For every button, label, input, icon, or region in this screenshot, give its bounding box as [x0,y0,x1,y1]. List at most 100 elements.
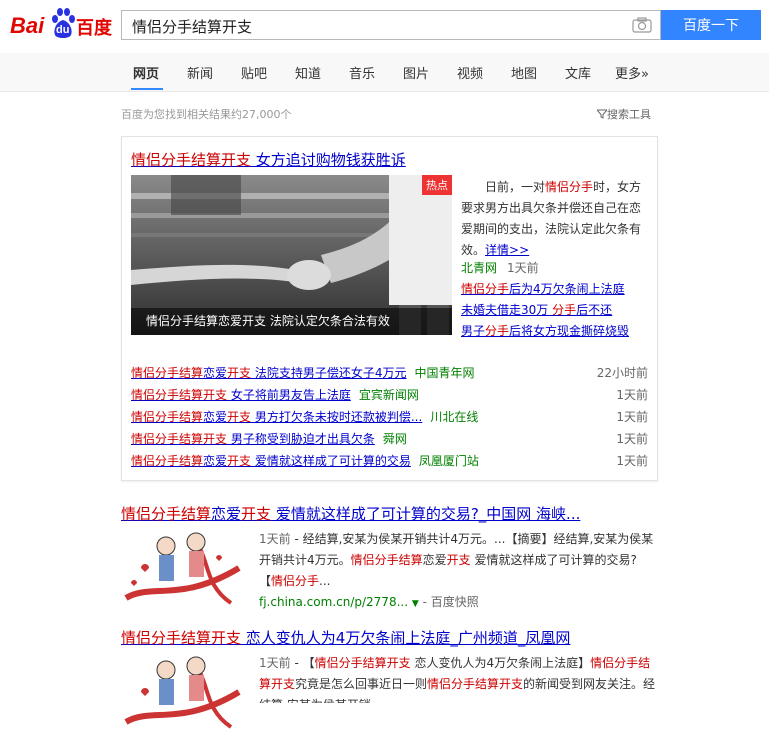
news-card: 情侣分手结算开支 女方追讨购物钱获胜诉 热点 情侣分手结算恋爱开支 法院认定欠条… [121,136,658,481]
source-time: 1天前 [507,261,539,275]
details-link[interactable]: 详情>> [485,243,529,257]
header: Bai du 百度 百度一下 [0,0,769,53]
snippet-text: - 【 [290,656,315,670]
baidu-logo[interactable]: Bai du 百度 [10,8,112,44]
snippet-text: 究竟是怎么回事近日一则 [295,677,428,691]
card-image[interactable]: 热点 情侣分手结算恋爱开支 法院认定欠条合法有效 [131,175,452,335]
side-link-2[interactable]: 未婚夫借走30万 分手后不还 [461,301,612,318]
snippet-highlight: 情侣分手 [271,574,320,588]
news-highlight: 情侣分手结算开支 [131,388,228,402]
news-text: 恋爱 [203,410,228,424]
result-url-line: fj.china.com.cn/p/2778... ▼ - 百度快照 [259,595,479,609]
side-link-text: 后为4万欠条闹上法庭 [509,282,625,296]
side-link-highlight: 情侣分手 [461,282,510,296]
result-title-text: 爱情就这样成了可计算的交易?_中国网 海峡... [271,505,581,523]
side-link-3[interactable]: 男子分手后将女方现金撕碎烧毁 [461,322,629,339]
result-title-highlight: 情侣分手结算开支 [121,629,242,647]
news-link[interactable]: 情侣分手结算开支 女子将前男友告上法庭 [131,388,351,402]
result-time: 1天前 [259,532,291,546]
result-snippet: 1天前 - 【情侣分手结算开支 恋人变仇人为4万欠条闹上法庭】情侣分手结算开支究… [259,653,659,703]
search-box [121,10,661,41]
snippet-highlight: 情侣分手结算 [350,553,423,567]
dropdown-arrow-icon[interactable]: ▼ [412,599,419,609]
tab-webpage[interactable]: 网页 [133,63,159,82]
side-link-1[interactable]: 情侣分手后为4万欠条闹上法庭 [461,280,625,297]
news-highlight: 开支 [227,410,252,424]
result-stats: 百度为您找到相关结果约27,000个 [121,108,292,121]
news-text: 男方打欠条未按时还款被判偿... [251,410,423,424]
news-row: 情侣分手结算开支 女子将前男友告上法庭 宜宾新闻网 1天前 [131,386,648,408]
result-snippet: 1天前 - 经结算,安某为侯某开销共计4万元。...【摘要】经结算,安某为侯某开… [259,529,659,592]
news-text: 法院支持男子偿还女子4万元 [251,366,407,380]
news-highlight: 开支 [227,366,252,380]
search-input[interactable] [130,11,614,41]
tab-wenku[interactable]: 文库 [565,63,591,82]
result-thumbnail[interactable] [121,652,242,732]
logo-text-du: du [56,24,70,36]
card-title-highlight: 情侣分手结算开支 [131,151,252,169]
news-row: 情侣分手结算恋爱开支 法院支持男子偿还女子4万元 中国青年网 22小时前 [131,364,648,386]
tab-news[interactable]: 新闻 [187,63,213,82]
snippet-highlight: 开支 [446,553,471,567]
tab-zhidao[interactable]: 知道 [295,63,321,82]
tab-images[interactable]: 图片 [403,63,429,82]
snapshot-link[interactable]: 百度快照 [431,595,479,609]
news-source: 川北在线 [430,410,479,424]
news-text: 爱情就这样成了可计算的交易 [251,454,411,468]
news-source: 舜网 [382,432,407,446]
result-url[interactable]: fj.china.com.cn/p/2778... [259,595,408,609]
result-title-link[interactable]: 情侣分手结算开支 恋人变仇人为4万欠条闹上法庭_广州频道_凤凰网 [121,627,570,648]
side-link-highlight: 分手 [552,303,577,317]
news-time: 22小时前 [596,366,648,380]
news-link[interactable]: 情侣分手结算恋爱开支 法院支持男子偿还女子4万元 [131,366,407,380]
news-highlight: 情侣分手结算 [131,366,204,380]
tab-video[interactable]: 视频 [457,63,483,82]
news-link[interactable]: 情侣分手结算恋爱开支 男方打欠条未按时还款被判偿... [131,410,422,424]
news-source: 凤凰厦门站 [418,454,479,468]
card-summary: 日前，一对情侣分手时，女方要求男方出具欠条并偿还自己在恋爱期间的支出，法院认定此… [461,177,647,261]
news-row: 情侣分手结算恋爱开支 男方打欠条未按时还款被判偿... 川北在线 1天前 [131,408,648,430]
news-time: 1天前 [616,410,648,424]
tab-map[interactable]: 地图 [511,63,537,82]
summary-highlight: 情侣分手 [545,180,594,194]
side-link-text: 未婚夫借走30万 [461,303,553,317]
result-thumbnail[interactable] [121,528,242,608]
tab-tieba[interactable]: 贴吧 [241,63,267,82]
news-row: 情侣分手结算开支 男子称受到胁迫才出具欠条 舜网 1天前 [131,430,648,452]
news-text: 恋爱 [203,366,228,380]
card-title-link[interactable]: 情侣分手结算开支 女方追讨购物钱获胜诉 [131,149,406,170]
news-time: 1天前 [616,432,648,446]
news-text: 恋爱 [203,454,228,468]
active-tab-underline [131,88,163,90]
side-link-text: 后不还 [576,303,613,317]
nav-tabs: 网页 新闻 贴吧 知道 音乐 图片 视频 地图 文库 更多» [0,53,769,92]
news-text: 女子将前男友告上法庭 [227,388,351,402]
news-time: 1天前 [616,454,648,468]
news-source: 宜宾新闻网 [358,388,419,402]
card-title-rest: 女方追讨购物钱获胜诉 [251,151,406,169]
news-time: 1天前 [616,388,648,402]
news-link[interactable]: 情侣分手结算开支 男子称受到胁迫才出具欠条 [131,432,375,446]
logo-text-bai: Bai [10,13,45,38]
result-title-highlight: 开支 [241,505,272,523]
snippet-text: ... [319,574,331,588]
news-highlight: 情侣分手结算 [131,410,204,424]
snippet-text: 恋人变仇人为4万欠条闹上法庭】 [410,656,591,670]
snippet-text: 恋爱 [422,553,447,567]
news-text: 男子称受到胁迫才出具欠条 [227,432,375,446]
side-link-highlight: 分手 [485,324,510,338]
image-caption: 情侣分手结算恋爱开支 法院认定欠条合法有效 [131,308,452,335]
search-button[interactable]: 百度一下 [661,10,761,40]
camera-icon[interactable] [632,17,652,33]
news-link[interactable]: 情侣分手结算恋爱开支 爱情就这样成了可计算的交易 [131,454,411,468]
result-time: 1天前 [259,656,291,670]
search-tools-button[interactable]: 搜索工具 [595,106,651,122]
logo-text-cn: 百度 [76,18,112,39]
result-title-link[interactable]: 情侣分手结算恋爱开支 爱情就这样成了可计算的交易?_中国网 海峡... [121,503,580,524]
news-highlight: 开支 [227,454,252,468]
tab-music[interactable]: 音乐 [349,63,375,82]
tab-more[interactable]: 更多» [615,63,649,82]
news-row: 情侣分手结算恋爱开支 爱情就这样成了可计算的交易 凤凰厦门站 1天前 [131,452,648,474]
cartoon-couple-image [121,652,242,732]
side-link-text: 男子 [461,324,486,338]
